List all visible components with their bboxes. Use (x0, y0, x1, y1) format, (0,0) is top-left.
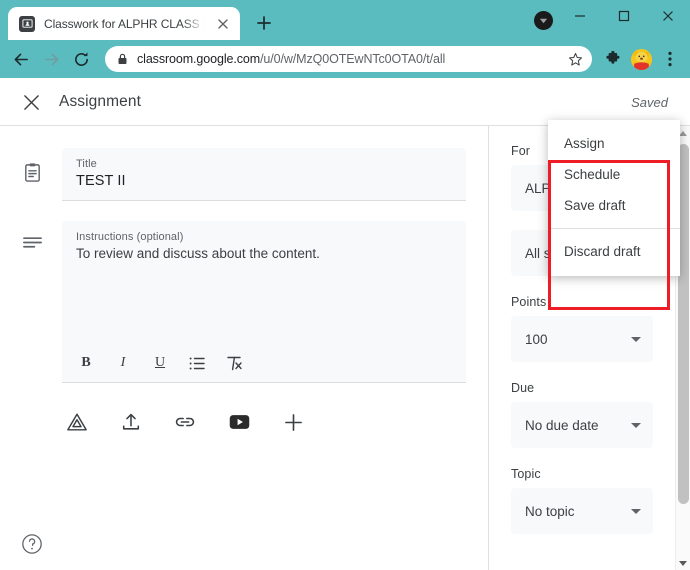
topic-value: No topic (525, 503, 575, 519)
italic-button[interactable]: I (113, 353, 133, 373)
instructions-label: Instructions (optional) (76, 231, 184, 243)
scroll-down-button[interactable] (676, 556, 690, 570)
assign-dropdown-menu: Assign Schedule Save draft Discard draft (548, 120, 680, 276)
three-dot-menu-icon[interactable] (657, 46, 683, 72)
points-label: Points (511, 295, 547, 309)
classroom-favicon (19, 15, 35, 32)
star-icon[interactable] (564, 48, 586, 70)
menu-item-discard-draft[interactable]: Discard draft (548, 236, 680, 267)
menu-item-assign[interactable]: Assign (548, 128, 680, 159)
menu-card: Assign Schedule Save draft Discard draft (548, 120, 680, 276)
browser-window: Classwork for ALPHR CLASS SAM (0, 0, 690, 570)
chevron-down-icon (631, 508, 641, 514)
new-tab-button[interactable] (250, 9, 278, 37)
title-row: Title TEST II (22, 148, 466, 201)
instructions-value: To review and discuss about the content. (76, 246, 320, 261)
menu-bottom-padding (548, 267, 680, 276)
description-lines-icon (22, 221, 62, 249)
due-label: Due (511, 381, 535, 395)
save-status: Saved (631, 94, 668, 110)
menu-item-save-draft[interactable]: Save draft (548, 190, 680, 221)
topic-label: Topic (511, 467, 541, 481)
reload-button[interactable] (67, 45, 95, 73)
close-window-button[interactable] (646, 0, 690, 32)
browser-toolbar: classroom.google.com/u/0/w/MzQ0OTEwNTc0O… (0, 40, 690, 78)
clipboard-icon (22, 148, 62, 183)
due-select[interactable]: No due date (511, 402, 653, 448)
chevron-down-icon (631, 336, 641, 342)
google-drive-button[interactable] (62, 407, 92, 437)
url-path: /u/0/w/MzQ0OTEwNTc0OTA0/t/all (260, 52, 446, 66)
bold-button[interactable]: B (76, 353, 96, 373)
create-button[interactable] (278, 407, 308, 437)
profile-avatar[interactable] (631, 48, 652, 70)
help-circle-icon[interactable] (20, 532, 44, 556)
menu-item-schedule[interactable]: Schedule (548, 159, 680, 190)
url-text: classroom.google.com/u/0/w/MzQ0OTEwNTc0O… (137, 52, 555, 66)
minimize-button[interactable] (558, 0, 602, 32)
attachment-toolbar (22, 407, 466, 437)
youtube-button[interactable] (224, 407, 254, 437)
points-select[interactable]: 100 (511, 316, 653, 362)
topic-select[interactable]: No topic (511, 488, 653, 534)
close-icon[interactable] (14, 85, 48, 119)
lock-icon (117, 53, 128, 65)
window-controls (558, 0, 690, 32)
clear-formatting-button[interactable] (224, 353, 244, 373)
maximize-button[interactable] (602, 0, 646, 32)
title-label: Title (76, 158, 97, 170)
profile-indicator-icon[interactable] (534, 11, 553, 30)
tab-title: Classwork for ALPHR CLASS SAM (44, 16, 205, 31)
underline-button[interactable]: U (150, 353, 170, 373)
assignment-form: Title TEST II Instructions (optional) To… (0, 126, 489, 570)
instructions-input[interactable]: Instructions (optional) To review and di… (62, 221, 466, 383)
chevron-down-icon (631, 422, 641, 428)
format-toolbar: B I U (76, 344, 452, 382)
assignment-header: Assignment Saved (0, 78, 690, 126)
forward-button[interactable] (37, 45, 65, 73)
link-button[interactable] (170, 407, 200, 437)
instructions-row: Instructions (optional) To review and di… (22, 221, 466, 383)
address-bar[interactable]: classroom.google.com/u/0/w/MzQ0OTEwNTc0O… (105, 46, 592, 72)
back-button[interactable] (7, 45, 35, 73)
bulleted-list-button[interactable] (187, 353, 207, 373)
tab-strip: Classwork for ALPHR CLASS SAM (0, 0, 690, 40)
menu-divider (548, 228, 680, 229)
title-value: TEST II (76, 173, 126, 189)
tab-close-icon[interactable] (214, 15, 232, 33)
page-title: Assignment (59, 93, 141, 110)
due-value: No due date (525, 417, 599, 433)
points-value: 100 (525, 331, 548, 347)
puzzle-piece-icon[interactable] (600, 46, 626, 72)
url-domain: classroom.google.com (137, 52, 261, 66)
browser-tab[interactable]: Classwork for ALPHR CLASS SAM (8, 7, 240, 40)
upload-button[interactable] (116, 407, 146, 437)
title-input[interactable]: Title TEST II (62, 148, 466, 201)
page-viewport: Assignment Saved Title TEST II Instructi… (0, 78, 690, 570)
